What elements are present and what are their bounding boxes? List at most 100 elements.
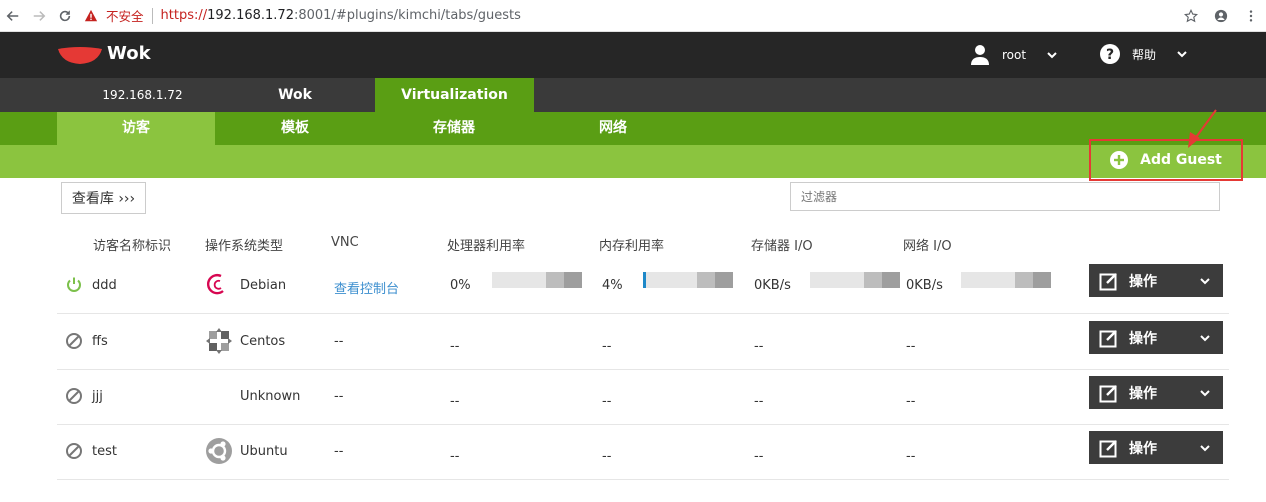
tab-wok[interactable]: Wok	[215, 78, 375, 112]
col-header-os: 操作系统类型	[205, 239, 284, 254]
brand-title: Wok	[107, 43, 151, 64]
tab-templates[interactable]: 模板	[216, 112, 374, 145]
actions-dropdown-button[interactable]: 操作	[1089, 376, 1223, 409]
vnc-console-link[interactable]: 查看控制台	[334, 278, 399, 297]
filter-input[interactable]	[790, 182, 1220, 211]
ubuntu-icon	[206, 438, 232, 464]
svg-text:?: ?	[1106, 47, 1114, 63]
cpu-usage: --	[450, 449, 460, 464]
col-header-vnc: VNC	[331, 235, 359, 250]
url-host: 192.168.1.72	[207, 8, 294, 23]
user-icon	[971, 45, 989, 65]
actions-label: 操作	[1129, 330, 1157, 347]
profile-icon[interactable]	[1206, 3, 1236, 29]
power-on-icon[interactable]	[65, 276, 83, 294]
tab-network[interactable]: 网络	[534, 112, 692, 145]
network-io-bar	[961, 272, 1051, 288]
col-header-storage-io: 存储器 I/O	[751, 239, 813, 254]
address-bar[interactable]: 不安全 https://192.168.1.72:8001/#plugins/k…	[84, 3, 521, 29]
url-path: :8001/#plugins/kimchi/tabs/guests	[293, 8, 521, 23]
storage-io: --	[754, 339, 764, 354]
network-io: --	[906, 339, 916, 354]
edit-icon	[1099, 384, 1117, 402]
wok-logo-icon	[58, 47, 102, 64]
plus-circle-icon	[1110, 151, 1129, 169]
add-guest-label: Add Guest	[1140, 152, 1222, 168]
memory-usage: --	[602, 339, 612, 354]
col-header-network-io: 网络 I/O	[903, 239, 952, 254]
tab-virtualization[interactable]: Virtualization	[375, 78, 534, 112]
reload-icon[interactable]	[52, 3, 78, 29]
bookmark-star-icon[interactable]	[1176, 3, 1206, 29]
chevron-down-icon	[1047, 52, 1057, 59]
os-type: Debian	[240, 278, 287, 293]
forward-icon[interactable]	[26, 3, 52, 29]
cpu-usage: --	[450, 339, 460, 354]
chevron-down-icon	[1200, 335, 1210, 342]
menu-kebab-icon[interactable]	[1236, 3, 1266, 29]
actions-label: 操作	[1129, 385, 1157, 402]
table-row: jjj Unknown -- -- -- -- -- 操作	[57, 370, 1229, 425]
centos-icon	[206, 328, 232, 354]
tab-host-ip[interactable]: 192.168.1.72	[60, 78, 225, 112]
view-library-button[interactable]: 查看库 ›››	[61, 182, 146, 214]
os-type: Centos	[240, 334, 286, 349]
disabled-status-icon	[66, 388, 82, 404]
back-icon[interactable]	[0, 3, 26, 29]
memory-usage-bar	[643, 272, 733, 288]
help-menu[interactable]: ? 帮助	[1100, 44, 1188, 64]
edit-icon	[1099, 329, 1117, 347]
actions-label: 操作	[1129, 440, 1157, 457]
vnc-value: --	[334, 444, 344, 459]
host-tab-bar: 192.168.1.72 Wok Virtualization	[0, 78, 1266, 112]
guest-name: ddd	[92, 278, 117, 293]
os-type: Unknown	[240, 389, 301, 404]
tab-storage[interactable]: 存储器	[375, 112, 533, 145]
browser-toolbar: 不安全 https://192.168.1.72:8001/#plugins/k…	[0, 0, 1266, 32]
vnc-value: --	[334, 334, 344, 349]
table-row: test Ubuntu -- -- -- -- -- 操作	[57, 425, 1229, 480]
chevron-down-icon	[1200, 390, 1210, 397]
table-row: ddd Debian 查看控制台 0% 4% 0KB/s 0KB/s 操作	[57, 259, 1229, 314]
col-header-memory: 内存利用率	[599, 239, 665, 254]
cpu-usage: --	[450, 394, 460, 409]
actions-dropdown-button[interactable]: 操作	[1089, 321, 1223, 354]
memory-usage: --	[602, 449, 612, 464]
warning-icon	[84, 8, 100, 24]
cpu-usage: 0%	[450, 278, 471, 293]
storage-io: --	[754, 449, 764, 464]
chevron-down-icon	[1200, 278, 1210, 285]
divider	[151, 7, 153, 24]
guest-name: ffs	[92, 334, 108, 349]
edit-icon	[1099, 439, 1117, 457]
app-header: Wok root ? 帮助	[0, 32, 1266, 78]
actions-dropdown-button[interactable]: 操作	[1089, 264, 1223, 297]
insecure-label: 不安全	[106, 9, 144, 24]
username: root	[1002, 48, 1027, 62]
debian-icon	[207, 273, 224, 295]
chevron-down-icon	[1200, 445, 1210, 452]
table-row: ffs Centos -- -- -- -- -- 操作	[57, 315, 1229, 370]
vnc-value: --	[334, 389, 344, 404]
actions-dropdown-button[interactable]: 操作	[1089, 431, 1223, 464]
col-header-cpu: 处理器利用率	[447, 239, 526, 254]
chevron-down-icon	[1177, 51, 1187, 58]
guest-name: test	[92, 444, 117, 459]
action-bar: Add Guest	[0, 139, 1266, 181]
storage-io: --	[754, 394, 764, 409]
cpu-usage-bar	[492, 272, 582, 288]
storage-io-bar	[810, 272, 900, 288]
network-io: --	[906, 394, 916, 409]
actions-label: 操作	[1129, 273, 1157, 290]
url-scheme: https://	[160, 8, 208, 23]
user-menu[interactable]: root	[970, 44, 1058, 66]
network-io: --	[906, 449, 916, 464]
disabled-status-icon	[66, 443, 82, 459]
os-type: Ubuntu	[240, 444, 288, 459]
annotation-arrow-icon	[1188, 109, 1217, 148]
edit-icon	[1099, 272, 1117, 290]
memory-usage: --	[602, 394, 612, 409]
sub-tab-bar: 访客 模板 存储器 网络	[0, 112, 1266, 145]
tab-guests[interactable]: 访客	[57, 112, 215, 145]
guest-name: jjj	[92, 389, 103, 404]
